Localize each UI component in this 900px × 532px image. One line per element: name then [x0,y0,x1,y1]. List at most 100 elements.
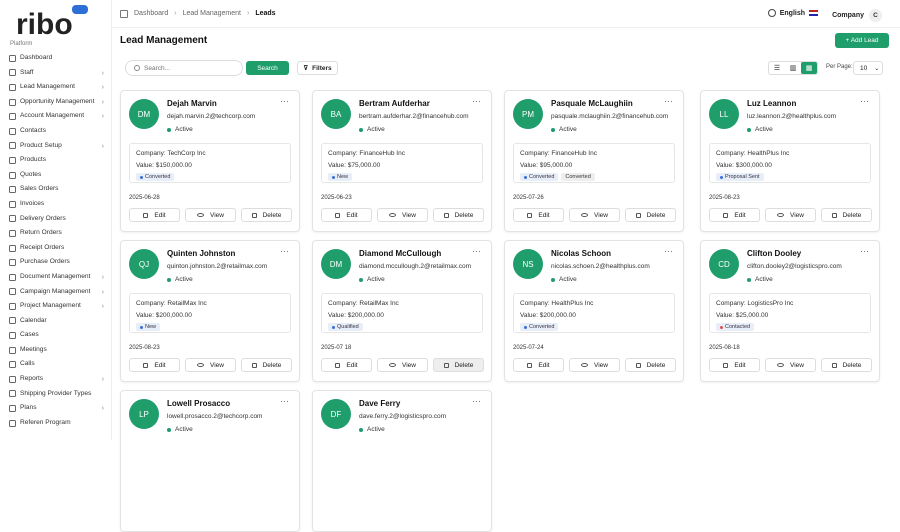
sidebar-item-lead-management[interactable]: Lead Management › [6,80,108,95]
lead-email: luz.leannon.2@healthplus.com [747,113,836,120]
lead-status: Active [167,126,193,133]
sidebar-item-purchase-orders[interactable]: Purchase Orders [6,255,108,270]
sidebar-item-product-setup[interactable]: Product Setup › [6,139,108,154]
edit-button[interactable]: Edit [513,358,564,372]
edit-button[interactable]: Edit [513,208,564,222]
filters-button[interactable]: ⊽ Filters [297,61,338,75]
more-options-icon[interactable]: ··· [860,246,869,256]
more-options-icon[interactable]: ··· [664,246,673,256]
delete-button[interactable]: Delete [821,358,872,372]
ribo-logo[interactable]: ribo [14,4,94,40]
more-options-icon[interactable]: ··· [664,96,673,106]
view-button[interactable]: View [765,208,816,222]
sidebar-item-referen-program[interactable]: Referen Program [6,416,108,431]
lead-name: Diamond McCullough [359,249,442,258]
columns-view-icon[interactable]: ▥ [785,62,801,74]
chevron-right-icon: › [101,273,104,281]
sidebar-item-campaign-management[interactable]: Campaign Management › [6,285,108,300]
sidebar-item-staff[interactable]: Staff › [6,66,108,81]
sidebar-item-label: Invoices [20,199,45,207]
breadcrumb-dashboard[interactable]: Dashboard [134,10,168,17]
grid-view-icon[interactable]: ▦ [801,62,817,74]
delete-button[interactable]: Delete [433,208,484,222]
sidebar-item-products[interactable]: Products [6,153,108,168]
sidebar-item-calendar[interactable]: Calendar [6,314,108,329]
view-button[interactable]: View [569,208,620,222]
sidebar-item-meetings[interactable]: Meetings [6,343,108,358]
sidebar-item-reports[interactable]: Reports › [6,372,108,387]
more-options-icon[interactable]: ··· [280,96,289,106]
chevron-right-icon: › [101,113,104,121]
sidebar-nav: Dashboard Staff › Lead Management › Opportuni… [6,51,108,430]
sidebar-item-opportunity-management[interactable]: Opportunity Management › [6,95,108,110]
per-page-select[interactable]: 10 ⌄ [853,61,883,75]
chevron-right-icon: › [101,142,104,150]
status-label: Active [367,276,385,283]
sidebar-item-shipping-provider-types[interactable]: Shipping Provider Types [6,387,108,402]
view-button[interactable]: View [185,208,236,222]
status-label: Active [367,126,385,133]
edit-icon [527,362,533,368]
sidebar-item-receipt-orders[interactable]: Receipt Orders [6,241,108,256]
search-button[interactable]: Search [246,61,289,75]
sidebar-item-plans[interactable]: Plans › [6,401,108,416]
nav-icon [9,69,16,77]
delete-button[interactable]: Delete [821,208,872,222]
view-button[interactable]: View [377,208,428,222]
nav-icon [9,317,16,325]
per-page-label: Per Page: [826,64,853,70]
edit-icon [723,212,729,218]
nav-icon [9,215,16,223]
lead-name: Quinten Johnston [167,249,236,258]
more-options-icon[interactable]: ··· [280,396,289,406]
sidebar-item-invoices[interactable]: Invoices [6,197,108,212]
view-button[interactable]: View [765,358,816,372]
edit-button[interactable]: Edit [129,358,180,372]
company-menu[interactable]: Company C [832,9,882,22]
sidebar-item-contacts[interactable]: Contacts [6,124,108,139]
lead-avatar: DF [321,399,351,429]
edit-button[interactable]: Edit [321,208,372,222]
edit-button[interactable]: Edit [709,208,760,222]
search-input[interactable] [144,64,234,72]
lead-card: NS Nicolas Schoon nicolas.schoen.2@healthp… [504,240,684,382]
delete-button[interactable]: Delete [625,358,676,372]
sidebar-item-delivery-orders[interactable]: Delivery Orders [6,212,108,227]
edit-button[interactable]: Edit [709,358,760,372]
delete-button[interactable]: Delete [241,208,292,222]
more-options-icon[interactable]: ··· [472,396,481,406]
more-options-icon[interactable]: ··· [472,96,481,106]
sidebar-item-return-orders[interactable]: Return Orders [6,226,108,241]
list-view-icon[interactable]: ☰ [769,62,785,74]
lead-name: Nicolas Schoon [551,249,612,258]
more-options-icon[interactable]: ··· [280,246,289,256]
view-button[interactable]: View [377,358,428,372]
edit-button[interactable]: Edit [321,358,372,372]
edit-button[interactable]: Edit [129,208,180,222]
sidebar-item-dashboard[interactable]: Dashboard [6,51,108,66]
sidebar-item-quotes[interactable]: Quotes [6,168,108,183]
sidebar-item-sales-orders[interactable]: Sales Orders [6,182,108,197]
status-label: Active [175,276,193,283]
nav-icon [9,127,16,135]
add-lead-button[interactable]: + Add Lead [835,33,889,48]
more-options-icon[interactable]: ··· [472,246,481,256]
delete-button[interactable]: Delete [241,358,292,372]
sidebar-item-project-management[interactable]: Project Management › [6,299,108,314]
nav-icon [9,259,16,267]
sidebar-item-document-management[interactable]: Document Management › [6,270,108,285]
lead-info-box: Company: LogisticsPro Inc Value: $25,000.… [709,293,871,333]
more-options-icon[interactable]: ··· [860,96,869,106]
language-selector[interactable]: English [767,9,818,17]
view-button[interactable]: View [185,358,236,372]
sidebar-item-calls[interactable]: Calls [6,357,108,372]
breadcrumb-lead-management[interactable]: Lead Management [183,10,241,17]
eye-icon [197,363,204,367]
delete-button[interactable]: Delete [433,358,484,372]
sidebar-item-account-management[interactable]: Account Management › [6,109,108,124]
view-button[interactable]: View [569,358,620,372]
delete-button[interactable]: Delete [625,208,676,222]
sidebar-item-cases[interactable]: Cases [6,328,108,343]
lead-card: DM Dejah Marvin dejah.marvin.2@techcorp.co… [120,90,300,232]
sidebar-toggle-icon[interactable] [120,9,128,18]
